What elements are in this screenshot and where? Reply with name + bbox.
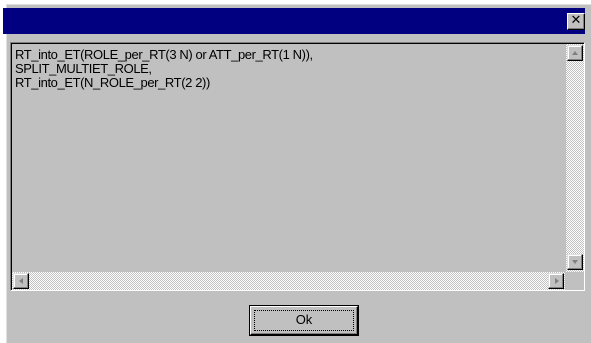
scroll-down-button[interactable]	[567, 254, 583, 270]
message-text[interactable]: RT_into_ET(ROLE_per_RT(3 N) or ATT_per_R…	[15, 48, 555, 268]
title-bar[interactable]: ✕	[3, 8, 585, 34]
arrow-down-icon	[572, 260, 578, 264]
message-textbox[interactable]: RT_into_ET(ROLE_per_RT(3 N) or ATT_per_R…	[10, 42, 585, 291]
horizontal-scrollbar[interactable]	[12, 272, 565, 290]
arrow-left-icon	[19, 278, 23, 284]
ok-button-label: Ok	[295, 312, 313, 327]
arrow-up-icon	[572, 51, 578, 55]
scrollbar-corner	[566, 272, 584, 290]
textbox-frame: RT_into_ET(ROLE_per_RT(3 N) or ATT_per_R…	[11, 43, 584, 290]
scroll-left-button[interactable]	[13, 273, 29, 289]
arrow-right-icon	[555, 278, 559, 284]
scroll-right-button[interactable]	[548, 273, 564, 289]
ok-button[interactable]: Ok	[249, 305, 359, 336]
vertical-scrollbar[interactable]	[566, 44, 584, 272]
close-icon: ✕	[570, 13, 582, 28]
close-button[interactable]: ✕	[567, 13, 585, 30]
scroll-up-button[interactable]	[567, 45, 583, 61]
